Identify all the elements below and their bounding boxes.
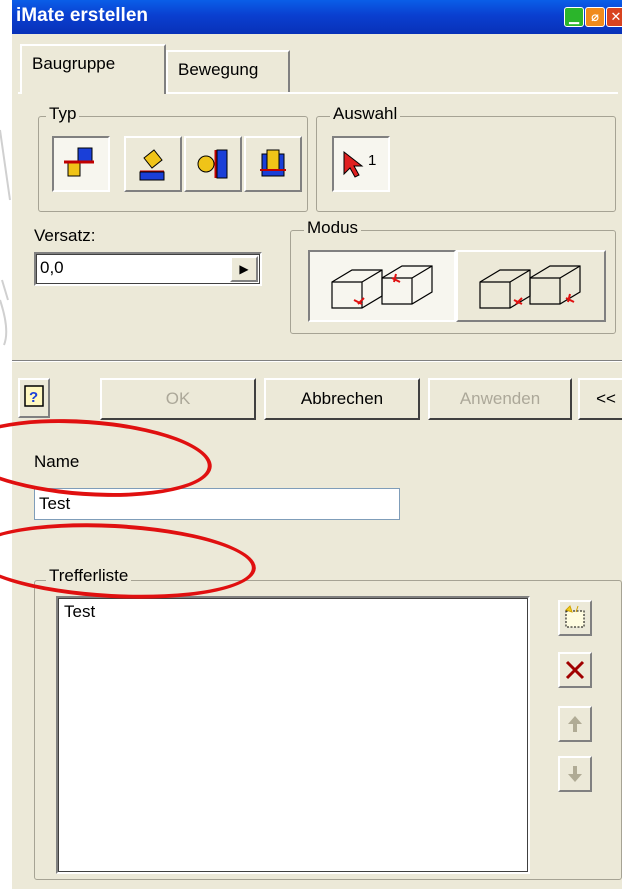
auswahl-label: Auswahl — [330, 104, 401, 124]
name-input[interactable] — [34, 488, 400, 520]
cancel-button[interactable]: Abbrechen — [264, 378, 420, 420]
angle-icon — [139, 149, 165, 181]
opposed-boxes-icon — [331, 265, 433, 309]
modus-label: Modus — [304, 218, 362, 238]
new-item-icon — [565, 605, 585, 628]
arrow-down-icon — [568, 766, 582, 782]
help-button[interactable]: ? — [18, 378, 50, 418]
move-down-button[interactable] — [558, 756, 592, 792]
tab-label: Baugruppe — [32, 54, 116, 73]
selection-count: 1 — [368, 152, 377, 169]
svg-text:?: ? — [29, 389, 38, 406]
imate-dialog: iMate erstellen ▁ ⌀ ✕ Baugruppe Bewegung… — [12, 0, 622, 889]
versatz-value: 0,0 — [40, 258, 64, 277]
insert-icon — [260, 149, 286, 177]
tab-baugruppe[interactable]: Baugruppe — [20, 44, 166, 94]
aligned-boxes-icon — [479, 265, 581, 309]
arrow-cursor-icon — [343, 150, 364, 178]
modus-opposed-button[interactable] — [308, 250, 456, 322]
new-entry-button[interactable] — [558, 600, 592, 636]
tangent-icon — [197, 149, 228, 179]
delete-icon — [565, 660, 585, 680]
mate-icon — [64, 147, 94, 177]
tab-bewegung[interactable]: Bewegung — [166, 50, 290, 92]
collapse-button[interactable]: << — [578, 378, 622, 420]
move-up-button[interactable] — [558, 706, 592, 742]
delete-button[interactable] — [558, 652, 592, 688]
separator — [12, 360, 622, 362]
versatz-dropdown-arrow-icon[interactable]: ▶ — [230, 256, 258, 282]
trefferliste-listbox[interactable]: Test — [56, 596, 530, 874]
auswahl-select-button[interactable]: 1 — [332, 136, 390, 192]
tab-label: Bewegung — [178, 60, 259, 79]
typ-mate-button[interactable] — [52, 136, 110, 192]
typ-angle-button[interactable] — [124, 136, 182, 192]
modus-aligned-button[interactable] — [456, 250, 606, 322]
name-label: Name — [34, 452, 80, 471]
ok-button[interactable]: OK — [100, 378, 256, 420]
list-item[interactable]: Test — [64, 602, 95, 622]
trefferliste-label: Trefferliste — [46, 566, 132, 586]
pin-icon[interactable]: ⌀ — [585, 7, 605, 27]
versatz-label: Versatz: — [34, 226, 96, 245]
typ-label: Typ — [46, 104, 80, 124]
close-icon[interactable]: ✕ — [606, 7, 622, 27]
arrow-up-icon — [568, 716, 582, 732]
window-title: iMate erstellen — [16, 5, 148, 26]
help-icon: ? — [24, 385, 44, 407]
apply-button[interactable]: Anwenden — [428, 378, 572, 420]
typ-insert-button[interactable] — [244, 136, 302, 192]
background-page — [0, 0, 12, 889]
title-bar[interactable]: iMate erstellen ▁ ⌀ ✕ — [12, 0, 622, 34]
minimize-icon[interactable]: ▁ — [564, 7, 584, 27]
background-artifact — [0, 129, 11, 346]
versatz-input[interactable]: 0,0 ▶ — [34, 252, 262, 286]
typ-tangent-button[interactable] — [184, 136, 242, 192]
